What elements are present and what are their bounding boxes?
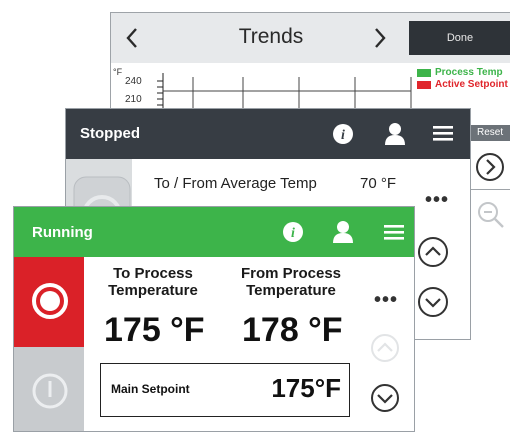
menu-icon[interactable] [384, 224, 404, 240]
average-temp-label: To / From Average Temp [154, 175, 317, 192]
from-process-label-line2: Temperature [246, 282, 336, 299]
average-temp-value: 70 °F [360, 175, 397, 192]
legend-swatch-setpoint [417, 81, 431, 89]
chevron-left-icon[interactable] [125, 27, 139, 49]
chevron-up-icon[interactable] [417, 236, 449, 268]
chevron-down-icon[interactable] [370, 383, 400, 413]
info-icon[interactable]: i [332, 123, 354, 145]
from-process-temp-value: 178 °F [242, 311, 343, 349]
reset-button[interactable]: Reset [467, 125, 510, 141]
to-process-label: To Process Temperature [94, 265, 212, 299]
status-label: Running [32, 224, 93, 241]
setpoint-label: Main Setpoint [111, 382, 190, 396]
more-options-icon[interactable]: ••• [374, 289, 398, 312]
chevron-up-disabled-icon[interactable] [370, 333, 400, 363]
legend-swatch-process [417, 69, 431, 77]
done-button[interactable]: Done [409, 21, 510, 55]
info-icon[interactable]: i [282, 221, 304, 243]
status-label: Stopped [80, 125, 140, 142]
to-process-label-line1: To Process [113, 265, 193, 282]
trends-title: Trends [238, 25, 304, 48]
stopped-header: Stopped i [66, 109, 470, 159]
chevron-right-circle-icon[interactable] [475, 152, 505, 182]
from-process-label: From Process Temperature [230, 265, 352, 299]
to-process-label-line2: Temperature [108, 282, 198, 299]
to-process-temp-value: 175 °F [104, 311, 205, 349]
legend-process-temp: Process Temp [435, 67, 503, 78]
more-options-icon[interactable]: ••• [425, 189, 449, 212]
svg-text:i: i [341, 128, 345, 143]
user-icon[interactable] [332, 220, 354, 244]
user-icon[interactable] [384, 122, 406, 146]
stop-button[interactable] [14, 257, 84, 347]
menu-icon[interactable] [433, 125, 453, 141]
legend-active-setpoint: Active Setpoint [435, 79, 508, 90]
from-process-label-line1: From Process [240, 265, 342, 282]
power-icon [32, 373, 68, 409]
main-setpoint-field[interactable]: Main Setpoint 175°F [100, 363, 350, 417]
running-header: Running i [14, 207, 414, 257]
running-screen: Running i To Process Temperature From Pr… [13, 206, 415, 432]
chevron-right-icon[interactable] [373, 27, 387, 49]
zoom-out-icon[interactable] [476, 200, 506, 230]
trends-header: Trends Done [111, 13, 510, 63]
setpoint-value: 175°F [271, 373, 341, 403]
start-button[interactable] [14, 347, 84, 431]
stop-icon [32, 283, 68, 319]
chevron-down-icon[interactable] [417, 286, 449, 318]
svg-text:i: i [291, 226, 295, 241]
